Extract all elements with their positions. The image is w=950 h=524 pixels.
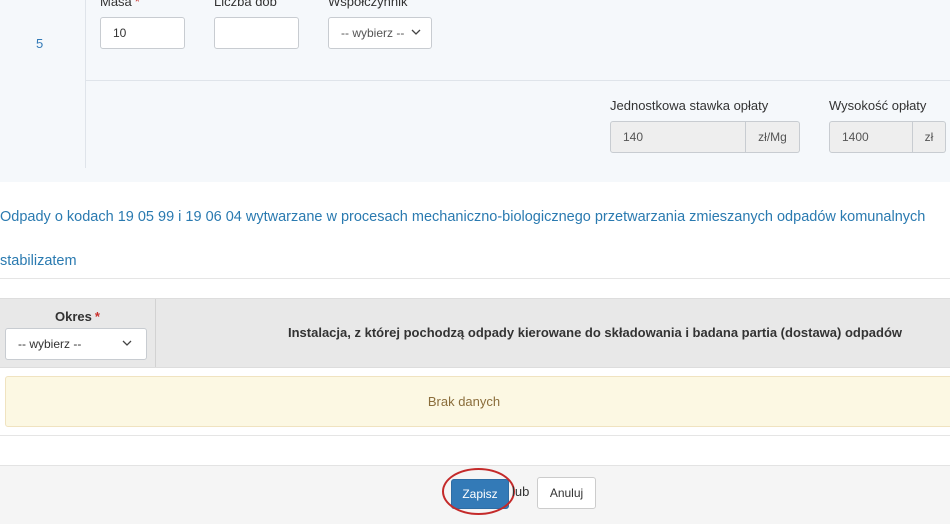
no-data-alert: Brak danych <box>5 376 950 427</box>
fee-rate-label: Jednostkowa stawka opłaty <box>610 98 769 113</box>
row-number: 5 <box>36 36 44 51</box>
fee-rate-unit: zł/Mg <box>746 121 800 153</box>
chevron-down-icon <box>411 29 421 35</box>
or-text: lub <box>512 484 530 499</box>
section-divider <box>0 278 950 279</box>
waste-description: Odpady o kodach 19 05 99 i 19 06 04 wytw… <box>0 195 950 283</box>
fee-amount-label: Wysokość opłaty <box>829 98 927 113</box>
coefficient-label: Współczynnik <box>328 0 408 9</box>
row-divider-horizontal <box>86 80 950 81</box>
coefficient-select[interactable]: -- wybierz -- <box>328 17 432 49</box>
installation-column-header: Instalacja, z której pochodzą odpady kie… <box>288 325 903 340</box>
period-select-value: -- wybierz -- <box>18 337 82 351</box>
fee-amount-input: 1400 <box>829 121 913 153</box>
waste-row-panel: 5 Masa * 10 Liczba dób Współczynnik -- wy… <box>0 0 950 182</box>
cancel-button[interactable]: Anuluj <box>537 477 596 509</box>
waste-description-line-2: stabilizatem <box>0 253 77 269</box>
fee-amount-unit: zł <box>913 121 946 153</box>
highlight-circle <box>442 468 515 515</box>
mass-label-text: Masa <box>100 0 132 9</box>
required-mark: * <box>134 0 140 9</box>
period-column-header: Okres * <box>0 309 155 324</box>
section-divider <box>0 435 950 436</box>
fee-rate-input: 140 <box>610 121 746 153</box>
waste-description-line-1: Odpady o kodach 19 05 99 i 19 06 04 wytw… <box>0 209 926 225</box>
installations-table-header: Okres * -- wybierz -- Instalacja, z które… <box>0 298 950 368</box>
days-input[interactable] <box>214 17 299 49</box>
coefficient-select-value: -- wybierz -- <box>341 26 405 40</box>
days-label: Liczba dób <box>214 0 277 9</box>
chevron-down-icon <box>122 340 132 346</box>
mass-input[interactable]: 10 <box>100 17 185 49</box>
period-select[interactable]: -- wybierz -- <box>5 328 147 360</box>
required-mark: * <box>94 309 100 324</box>
mass-label: Masa * <box>100 0 140 9</box>
row-divider-vertical <box>85 0 86 168</box>
period-label: Okres <box>55 309 92 324</box>
